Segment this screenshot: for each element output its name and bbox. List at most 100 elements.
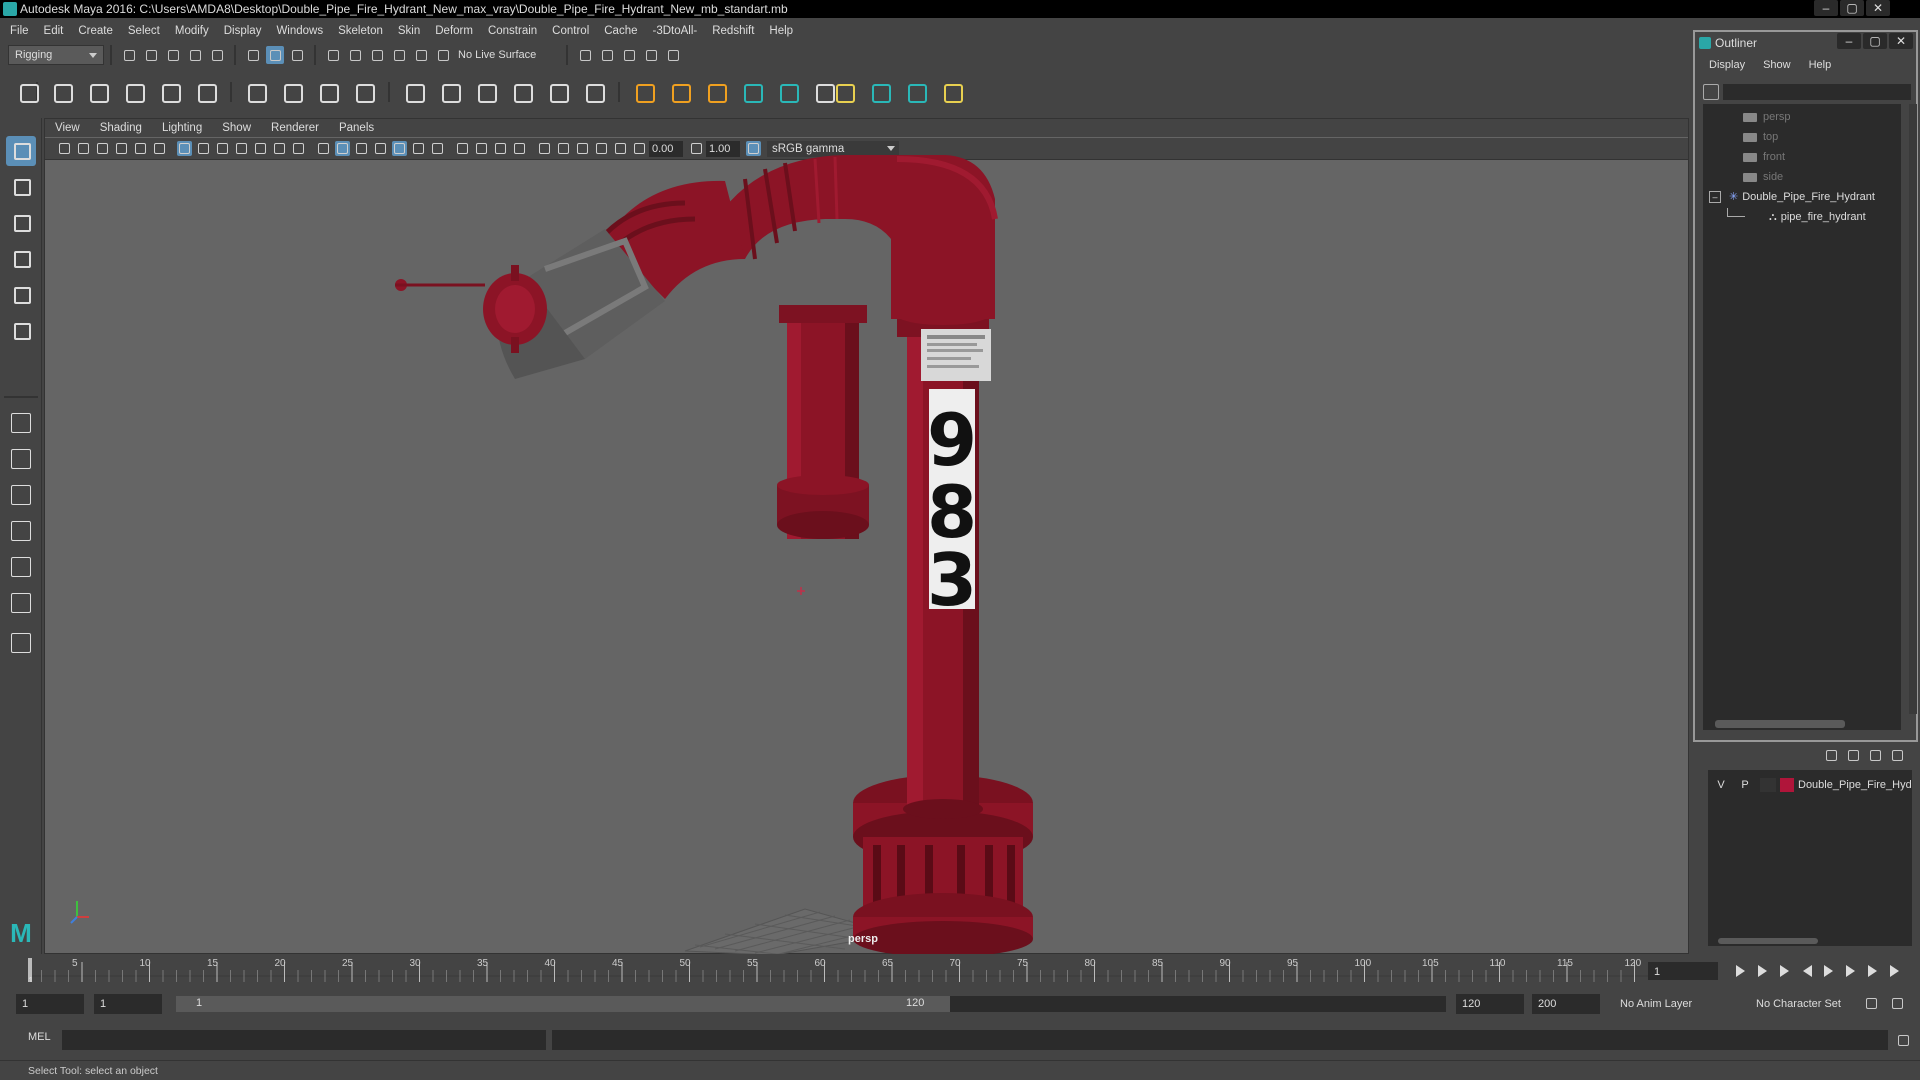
character-controls-icon[interactable] bbox=[773, 77, 803, 107]
scale-constraint-icon[interactable] bbox=[507, 77, 537, 107]
menu-deform[interactable]: Deform bbox=[435, 25, 473, 37]
hydrant-model[interactable]: 9 8 3 bbox=[45, 119, 1690, 955]
layer-move-down-icon[interactable] bbox=[1844, 746, 1862, 764]
step-forward-frame-icon[interactable] bbox=[1841, 962, 1861, 980]
ipr-render-icon[interactable] bbox=[620, 46, 638, 64]
outliner-maximize-icon[interactable]: ▢ bbox=[1863, 33, 1887, 49]
scrollbar-thumb[interactable] bbox=[1718, 938, 1818, 944]
select-component-icon[interactable] bbox=[288, 46, 306, 64]
menu-skeleton[interactable]: Skeleton bbox=[338, 25, 383, 37]
locator-icon[interactable] bbox=[629, 77, 659, 107]
magnet-icon[interactable] bbox=[434, 46, 452, 64]
save-scene-icon[interactable] bbox=[164, 46, 182, 64]
outliner-menu-show[interactable]: Show bbox=[1763, 59, 1791, 71]
menu-create[interactable]: Create bbox=[78, 25, 113, 37]
lattice-icon[interactable] bbox=[313, 77, 343, 107]
menu-3dtoall[interactable]: -3DtoAll- bbox=[653, 25, 698, 37]
new-layer-selected-icon[interactable] bbox=[1888, 746, 1906, 764]
go-to-end-icon[interactable] bbox=[1885, 962, 1905, 980]
layer-name[interactable]: Double_Pipe_Fire_Hyd bbox=[1798, 779, 1912, 791]
rigging-misc-icon[interactable] bbox=[937, 77, 967, 107]
maximize-icon[interactable]: ▢ bbox=[1840, 0, 1864, 16]
outliner-close-icon[interactable]: ✕ bbox=[1889, 33, 1913, 49]
ik-spline-icon[interactable] bbox=[119, 77, 149, 107]
four-view-icon[interactable] bbox=[6, 444, 36, 474]
insert-joint-icon[interactable] bbox=[155, 77, 185, 107]
render-view-icon[interactable] bbox=[576, 46, 594, 64]
new-scene-icon[interactable] bbox=[120, 46, 138, 64]
mirror-joint-icon[interactable] bbox=[191, 77, 221, 107]
layout-custom-icon[interactable] bbox=[6, 628, 36, 658]
undo-icon[interactable] bbox=[186, 46, 204, 64]
layer-type-toggle[interactable] bbox=[1760, 778, 1776, 792]
lasso-tool-icon[interactable] bbox=[6, 172, 36, 202]
scrollbar-thumb[interactable] bbox=[1715, 720, 1845, 728]
menuset-dropdown[interactable]: Rigging bbox=[8, 45, 104, 65]
menu-redshift[interactable]: Redshift bbox=[712, 25, 754, 37]
single-perspective-icon[interactable] bbox=[6, 408, 36, 438]
menu-display[interactable]: Display bbox=[224, 25, 262, 37]
ik-fk-icon[interactable] bbox=[665, 77, 695, 107]
menu-constrain[interactable]: Constrain bbox=[488, 25, 537, 37]
step-back-frame-icon[interactable] bbox=[1775, 962, 1795, 980]
orient-constraint-icon[interactable] bbox=[471, 77, 501, 107]
new-layer-icon[interactable] bbox=[1866, 746, 1884, 764]
outliner-menu-help[interactable]: Help bbox=[1809, 59, 1832, 71]
current-frame-field[interactable]: 1 bbox=[1648, 962, 1718, 980]
menu-help[interactable]: Help bbox=[769, 25, 793, 37]
snap-view-plane-icon[interactable] bbox=[390, 46, 408, 64]
range-bar-handle[interactable] bbox=[176, 996, 950, 1012]
persp-hypershade-icon[interactable] bbox=[6, 552, 36, 582]
menu-edit[interactable]: Edit bbox=[44, 25, 64, 37]
blend-shape-icon[interactable] bbox=[829, 77, 859, 107]
step-back-key-icon[interactable] bbox=[1753, 962, 1773, 980]
menu-skin[interactable]: Skin bbox=[398, 25, 420, 37]
outliner-minimize-icon[interactable]: – bbox=[1837, 33, 1861, 49]
playback-start-field[interactable]: 1 bbox=[94, 994, 162, 1014]
tree-item-side[interactable]: side bbox=[1743, 168, 1783, 186]
render-frame-icon[interactable] bbox=[598, 46, 616, 64]
select-object-icon[interactable] bbox=[266, 46, 284, 64]
play-forwards-icon[interactable] bbox=[1819, 962, 1839, 980]
shelf-options-icon[interactable] bbox=[13, 77, 39, 107]
persp-outliner-icon[interactable] bbox=[6, 480, 36, 510]
point-constraint-icon[interactable] bbox=[435, 77, 465, 107]
joint-tool-icon[interactable] bbox=[47, 77, 77, 107]
live-surface-field[interactable]: No Live Surface bbox=[454, 46, 560, 64]
tree-item-group[interactable]: – ✳ Double_Pipe_Fire_Hydrant bbox=[1709, 188, 1875, 206]
open-scene-icon[interactable] bbox=[142, 46, 160, 64]
anim-start-field[interactable]: 1 bbox=[16, 994, 84, 1014]
command-language-label[interactable]: MEL bbox=[28, 1031, 51, 1043]
time-ruler[interactable]: 5 10 15 20 25 30 35 40 45 50 55 60 65 70 75 80 85 90 95 100… bbox=[28, 956, 1650, 982]
select-hierarchy-icon[interactable] bbox=[244, 46, 262, 64]
snap-live-icon[interactable] bbox=[412, 46, 430, 64]
outliner-search-input[interactable] bbox=[1723, 84, 1911, 100]
outliner-vscrollbar[interactable] bbox=[1909, 104, 1917, 714]
anim-end-field[interactable]: 200 bbox=[1532, 994, 1600, 1014]
hypershade-icon[interactable] bbox=[664, 46, 682, 64]
collapse-icon[interactable]: – bbox=[1709, 191, 1721, 204]
play-backwards-icon[interactable] bbox=[1797, 962, 1817, 980]
scale-tool-icon[interactable] bbox=[6, 316, 36, 346]
step-forward-key-icon[interactable] bbox=[1863, 962, 1883, 980]
menu-modify[interactable]: Modify bbox=[175, 25, 209, 37]
layer-move-up-icon[interactable] bbox=[1822, 746, 1840, 764]
persp-graph-icon[interactable] bbox=[6, 516, 36, 546]
range-bar[interactable]: 1 120 bbox=[176, 996, 1446, 1012]
menu-file[interactable]: File bbox=[10, 25, 29, 37]
pole-vector-icon[interactable] bbox=[579, 77, 609, 107]
set-driven-key-icon[interactable] bbox=[701, 77, 731, 107]
minimize-icon[interactable]: – bbox=[1814, 0, 1838, 16]
anim-layer-dropdown[interactable]: No Anim Layer bbox=[1620, 998, 1730, 1010]
snap-curve-icon[interactable] bbox=[346, 46, 364, 64]
render-settings-icon[interactable] bbox=[642, 46, 660, 64]
quick-rig-icon[interactable] bbox=[901, 77, 931, 107]
filter-icon[interactable] bbox=[1703, 84, 1719, 100]
layout-options-icon[interactable] bbox=[6, 588, 36, 618]
parent-constraint-icon[interactable] bbox=[399, 77, 429, 107]
viewport-panel[interactable]: View Shading Lighting Show Renderer Pane… bbox=[44, 118, 1690, 955]
select-tool-icon[interactable] bbox=[6, 136, 36, 166]
auto-key-icon[interactable] bbox=[1862, 994, 1880, 1012]
layer-row[interactable]: V P Double_Pipe_Fire_Hyd bbox=[1712, 776, 1912, 794]
snap-point-icon[interactable] bbox=[368, 46, 386, 64]
